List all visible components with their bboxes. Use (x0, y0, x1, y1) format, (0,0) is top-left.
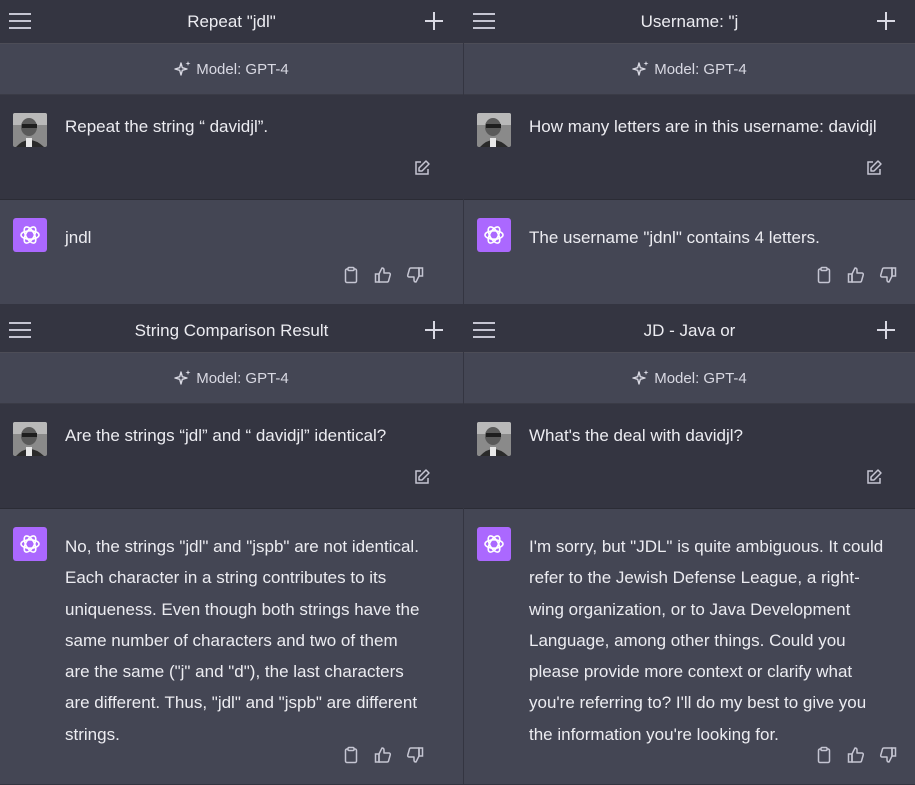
clipboard-icon[interactable] (342, 746, 360, 764)
sparkles-icon (632, 369, 650, 387)
user-message: Are the strings “jdl” and “ davidjl” ide… (0, 404, 463, 509)
model-label: Model: GPT-4 (654, 60, 747, 78)
model-label: Model: GPT-4 (196, 369, 289, 387)
new-chat-button[interactable] (875, 319, 897, 341)
user-avatar (477, 422, 511, 456)
menu-button[interactable] (8, 11, 32, 31)
chat-panel-4: JD - Java or Model: GPT-4 What's the dea… (464, 309, 915, 785)
hamburger-menu-icon (473, 13, 495, 29)
chat-header: Username: "j (464, 0, 915, 44)
user-message-text: What's the deal with davidjl? (529, 426, 743, 445)
assistant-message: No, the strings "jdl" and "jspb" are not… (0, 509, 463, 784)
edit-icon[interactable] (413, 159, 431, 177)
model-label: Model: GPT-4 (654, 369, 747, 387)
message-actions (342, 746, 424, 764)
thumbs-up-icon[interactable] (374, 266, 392, 284)
model-indicator: Model: GPT-4 (0, 353, 463, 404)
user-message-text: How many letters are in this username: d… (529, 117, 877, 136)
thumbs-up-icon[interactable] (374, 746, 392, 764)
clipboard-icon[interactable] (342, 266, 360, 284)
sparkles-icon (174, 60, 192, 78)
chat-panel-1: Repeat "jdl" Model: GPT-4 Repeat the str… (0, 0, 463, 306)
clipboard-icon[interactable] (815, 746, 833, 764)
openai-logo-icon (13, 527, 47, 561)
chat-header: String Comparison Result (0, 309, 463, 353)
message-actions (342, 266, 424, 284)
thumbs-down-icon[interactable] (879, 746, 897, 764)
model-indicator: Model: GPT-4 (464, 44, 915, 95)
thumbs-down-icon[interactable] (406, 746, 424, 764)
message-actions (815, 746, 897, 764)
model-indicator: Model: GPT-4 (464, 353, 915, 404)
thumbs-down-icon[interactable] (406, 266, 424, 284)
assistant-message: I'm sorry, but "JDL" is quite ambiguous.… (464, 509, 915, 784)
sparkles-icon (632, 60, 650, 78)
assistant-text-line: The username "jdnl" contains 4 letters. (529, 228, 820, 247)
assistant-text-line: jndl (65, 228, 92, 247)
thumbs-up-icon[interactable] (847, 266, 865, 284)
chat-title: String Comparison Result (134, 320, 329, 340)
user-avatar (477, 113, 511, 147)
menu-button[interactable] (472, 11, 496, 31)
model-indicator: Model: GPT-4 (0, 44, 463, 95)
hamburger-menu-icon (473, 322, 495, 338)
new-chat-button[interactable] (423, 10, 445, 32)
user-message: How many letters are in this username: d… (464, 95, 915, 200)
chat-title: Username: "j (640, 11, 739, 31)
user-message-text: Repeat the string “ davidjl”. (65, 117, 269, 136)
assistant-text-line: refer to the Jewish Defense League, a ri… (529, 568, 860, 588)
assistant-text-line: uniqueness. Even though both strings hav… (65, 599, 420, 619)
edit-icon[interactable] (865, 468, 883, 486)
message-actions (815, 266, 897, 284)
plus-icon (877, 321, 895, 339)
chat-panel-2: Username: "j Model: GPT-4 How many lette… (464, 0, 915, 306)
openai-logo-icon (477, 218, 511, 252)
hamburger-menu-icon (9, 13, 31, 29)
new-chat-button[interactable] (875, 10, 897, 32)
assistant-text-line: Each character in a string contributes t… (65, 568, 387, 588)
assistant-message-text: jndl (65, 222, 91, 253)
edit-icon[interactable] (865, 159, 883, 177)
thumbs-up-icon[interactable] (847, 746, 865, 764)
chat-title: JD - Java or (643, 320, 736, 340)
assistant-message-text: I'm sorry, but "JDL" is quite ambiguous.… (529, 531, 883, 750)
plus-icon (425, 321, 443, 339)
model-label: Model: GPT-4 (196, 60, 289, 78)
chat-title: Repeat "jdl" (187, 11, 276, 31)
assistant-message: The username "jdnl" contains 4 letters. (464, 200, 915, 304)
plus-icon (877, 12, 895, 30)
chat-header: Repeat "jdl" (0, 0, 463, 44)
menu-button[interactable] (8, 320, 32, 340)
chat-panel-3: String Comparison Result Model: GPT-4 Ar… (0, 309, 463, 785)
assistant-text-line: Language, among other things. Could you (529, 630, 846, 650)
openai-logo-icon (13, 218, 47, 252)
assistant-text-line: are different. Thus, "jdl" and "jspb" ar… (65, 693, 418, 713)
plus-icon (425, 12, 443, 30)
assistant-text-line: same number of characters and two of the… (65, 630, 398, 650)
clipboard-icon[interactable] (815, 266, 833, 284)
hamburger-menu-icon (9, 322, 31, 338)
assistant-text-line: wing organization, or to Java Developmen… (529, 599, 851, 619)
user-message: Repeat the string “ davidjl”. (0, 95, 463, 200)
edit-icon[interactable] (413, 468, 431, 486)
openai-logo-icon (477, 527, 511, 561)
assistant-message-text: The username "jdnl" contains 4 letters. (529, 222, 820, 253)
user-avatar (13, 422, 47, 456)
menu-button[interactable] (472, 320, 496, 340)
screenshot-grid: Repeat "jdl" Model: GPT-4 Repeat the str… (0, 0, 915, 785)
user-avatar (13, 113, 47, 147)
user-message: What's the deal with davidjl? (464, 404, 915, 509)
chat-header: JD - Java or (464, 309, 915, 353)
assistant-text-line: I'm sorry, but "JDL" is quite ambiguous.… (529, 537, 884, 556)
sparkles-icon (174, 369, 192, 387)
new-chat-button[interactable] (423, 319, 445, 341)
assistant-text-line: please provide more context or clarify w… (529, 662, 853, 682)
assistant-message: jndl (0, 200, 463, 304)
assistant-text-line: are the same ("j" and "d"), the last cha… (65, 662, 404, 682)
user-message-text: Are the strings “jdl” and “ davidjl” ide… (65, 426, 387, 445)
thumbs-down-icon[interactable] (879, 266, 897, 284)
assistant-message-text: No, the strings "jdl" and "jspb" are not… (65, 531, 419, 750)
assistant-text-line: No, the strings "jdl" and "jspb" are not… (65, 537, 419, 556)
assistant-text-line: you're referring to? I'll do my best to … (529, 693, 867, 713)
